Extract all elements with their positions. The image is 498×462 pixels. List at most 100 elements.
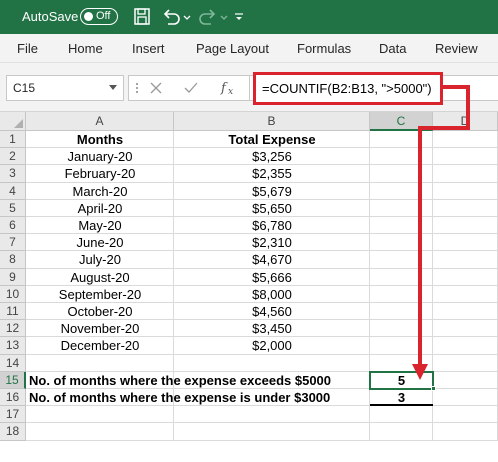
tab-page-layout[interactable]: Page Layout bbox=[196, 41, 269, 56]
month-cell: September-20 bbox=[58, 286, 142, 302]
cell-d5[interactable] bbox=[433, 199, 498, 217]
cell-d13[interactable] bbox=[433, 337, 498, 355]
tab-data[interactable]: Data bbox=[379, 41, 406, 56]
column-header-a[interactable]: A bbox=[26, 112, 174, 131]
more-options-icon[interactable] bbox=[133, 80, 141, 96]
undo-dropdown-icon[interactable] bbox=[182, 6, 192, 28]
cell-a14[interactable] bbox=[26, 354, 174, 372]
cell-d15[interactable] bbox=[433, 371, 498, 389]
cell-c18[interactable] bbox=[370, 423, 433, 441]
cell-c2[interactable] bbox=[370, 148, 433, 166]
row-header-13[interactable]: 13 bbox=[0, 337, 26, 355]
cell-d12[interactable] bbox=[433, 320, 498, 338]
cell-b14[interactable] bbox=[174, 354, 370, 372]
cell-c11[interactable] bbox=[370, 303, 433, 321]
cell-d14[interactable] bbox=[433, 354, 498, 372]
name-box-dropdown-icon[interactable] bbox=[109, 85, 117, 90]
cell-c1[interactable] bbox=[370, 131, 433, 149]
column-header-b[interactable]: B bbox=[174, 112, 370, 131]
expense-cell: $5,650 bbox=[252, 200, 292, 216]
formula-bar-controls: f x bbox=[128, 75, 250, 101]
row-header-7[interactable]: 7 bbox=[0, 234, 26, 252]
cell-c5[interactable] bbox=[370, 199, 433, 217]
row-header-9[interactable]: 9 bbox=[0, 268, 26, 286]
cell-c4[interactable] bbox=[370, 182, 433, 200]
cell-c16-bottom-border bbox=[370, 404, 433, 407]
cell-d18[interactable] bbox=[433, 423, 498, 441]
cell-d17[interactable] bbox=[433, 406, 498, 424]
title-bar: AutoSave Off bbox=[0, 0, 498, 34]
tab-formulas[interactable]: Formulas bbox=[297, 41, 351, 56]
fill-handle[interactable] bbox=[431, 386, 436, 391]
month-cell: December-20 bbox=[60, 338, 140, 354]
row-header-3[interactable]: 3 bbox=[0, 165, 26, 183]
month-cell: July-20 bbox=[79, 252, 121, 268]
cell-d6[interactable] bbox=[433, 217, 498, 235]
customize-toolbar-icon[interactable] bbox=[233, 6, 245, 28]
month-cell: February-20 bbox=[64, 166, 136, 182]
cell-c17[interactable] bbox=[370, 406, 433, 424]
cell-d10[interactable] bbox=[433, 285, 498, 303]
column-header-c[interactable]: C bbox=[370, 112, 433, 131]
column-header-d[interactable]: D bbox=[433, 112, 498, 131]
enter-icon[interactable] bbox=[183, 81, 199, 95]
cell-c14[interactable] bbox=[370, 354, 433, 372]
formula-input[interactable]: =COUNTIF(B2:B13, ">5000") bbox=[253, 72, 443, 105]
tab-insert[interactable]: Insert bbox=[132, 41, 165, 56]
ribbon-tabs: File Home Insert Page Layout Formulas Da… bbox=[0, 34, 498, 63]
cell-d4[interactable] bbox=[433, 182, 498, 200]
tab-file[interactable]: File bbox=[17, 41, 38, 56]
tab-review[interactable]: Review bbox=[435, 41, 478, 56]
cell-d9[interactable] bbox=[433, 268, 498, 286]
month-cell: November-20 bbox=[60, 321, 140, 337]
cell-c9[interactable] bbox=[370, 268, 433, 286]
row-header-8[interactable]: 8 bbox=[0, 251, 26, 269]
tab-home[interactable]: Home bbox=[68, 41, 103, 56]
row-header-10[interactable]: 10 bbox=[0, 285, 26, 303]
name-box[interactable]: C15 bbox=[6, 75, 124, 101]
cell-d11[interactable] bbox=[433, 303, 498, 321]
cell-b18[interactable] bbox=[174, 423, 370, 441]
row-header-18[interactable]: 18 bbox=[0, 423, 26, 441]
row-header-6[interactable]: 6 bbox=[0, 217, 26, 235]
insert-function-icon[interactable]: f x bbox=[219, 79, 237, 97]
cell-a18[interactable] bbox=[26, 423, 174, 441]
cell-c8[interactable] bbox=[370, 251, 433, 269]
cell-c7[interactable] bbox=[370, 234, 433, 252]
cell-d1[interactable] bbox=[433, 131, 498, 149]
expense-cell: $5,679 bbox=[252, 183, 292, 199]
cell-d16[interactable] bbox=[433, 389, 498, 407]
select-all-corner[interactable] bbox=[0, 112, 26, 131]
summary-label: No. of months where the expense exceeds … bbox=[29, 372, 332, 388]
row-header-15[interactable]: 15 bbox=[0, 371, 26, 389]
cell-d2[interactable] bbox=[433, 148, 498, 166]
save-icon[interactable] bbox=[132, 6, 152, 28]
cell-c3[interactable] bbox=[370, 165, 433, 183]
autosave-toggle[interactable]: Off bbox=[80, 8, 118, 25]
row-header-11[interactable]: 11 bbox=[0, 303, 26, 321]
row-header-5[interactable]: 5 bbox=[0, 199, 26, 217]
row-header-14[interactable]: 14 bbox=[0, 354, 26, 372]
row-header-17[interactable]: 17 bbox=[0, 406, 26, 424]
cell-a17[interactable] bbox=[26, 406, 174, 424]
row-header-16[interactable]: 16 bbox=[0, 389, 26, 407]
undo-icon[interactable] bbox=[160, 6, 182, 28]
cell-d8[interactable] bbox=[433, 251, 498, 269]
autosave-label: AutoSave bbox=[22, 9, 79, 24]
cell-d7[interactable] bbox=[433, 234, 498, 252]
expense-cell: $2,000 bbox=[252, 338, 292, 354]
row-header-4[interactable]: 4 bbox=[0, 182, 26, 200]
cancel-icon[interactable] bbox=[149, 81, 163, 95]
row-header-12[interactable]: 12 bbox=[0, 320, 26, 338]
cell-b17[interactable] bbox=[174, 406, 370, 424]
expense-cell: $8,000 bbox=[252, 286, 292, 302]
cell-c13[interactable] bbox=[370, 337, 433, 355]
formula-text: =COUNTIF(B2:B13, ">5000") bbox=[262, 81, 432, 96]
cell-c10[interactable] bbox=[370, 285, 433, 303]
cell-d3[interactable] bbox=[433, 165, 498, 183]
cell-c6[interactable] bbox=[370, 217, 433, 235]
row-header-2[interactable]: 2 bbox=[0, 148, 26, 166]
row-header-1[interactable]: 1 bbox=[0, 131, 26, 149]
month-cell: January-20 bbox=[67, 149, 133, 165]
cell-c12[interactable] bbox=[370, 320, 433, 338]
